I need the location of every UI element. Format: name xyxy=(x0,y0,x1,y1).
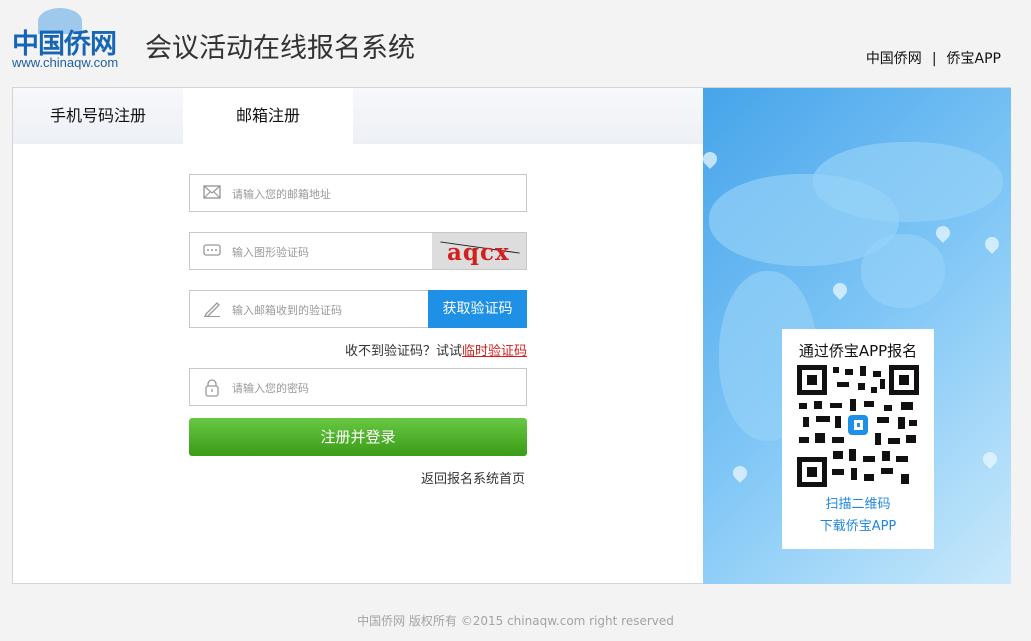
get-code-button[interactable]: 获取验证码 xyxy=(428,290,527,328)
download-app-link[interactable]: 下载侨宝APP xyxy=(782,516,934,538)
email-field-wrapper[interactable] xyxy=(189,174,527,213)
tab-phone-register[interactable]: 手机号码注册 xyxy=(13,88,183,144)
site-title: 会议活动在线报名系统 xyxy=(145,33,415,64)
qr-code[interactable] xyxy=(797,365,919,487)
chinaqw-logo[interactable]: 中国侨网 www.chinaqw.com xyxy=(12,8,144,70)
pencil-icon xyxy=(203,301,221,319)
captcha-input[interactable] xyxy=(230,233,464,271)
map-pin-icon xyxy=(933,223,953,243)
captcha-text: aqcx xyxy=(447,239,510,266)
link-chinaqw[interactable]: 中国侨网 xyxy=(866,51,922,67)
registration-panel: 手机号码注册 邮箱注册 aqcx 获取验证码 xyxy=(12,87,1011,584)
email-code-field-wrapper[interactable]: 获取验证码 xyxy=(189,290,527,329)
top-links: 中国侨网 | 侨宝APP xyxy=(866,48,1001,68)
map-pin-icon xyxy=(703,149,720,169)
password-field-wrapper[interactable] xyxy=(189,368,527,407)
map-pin-icon xyxy=(730,463,750,483)
register-and-login-button[interactable]: 注册并登录 xyxy=(189,418,527,456)
map-pin-icon xyxy=(982,234,1002,254)
world-map-landmass xyxy=(813,142,1003,222)
link-qiaobao-app[interactable]: 侨宝APP xyxy=(947,51,1001,67)
back-to-home-link[interactable]: 返回报名系统首页 xyxy=(421,468,525,487)
world-map-landmass xyxy=(861,234,945,308)
temporary-code-link[interactable]: 临时验证码 xyxy=(462,344,527,359)
tab-email-register[interactable]: 邮箱注册 xyxy=(183,88,353,144)
scan-qr-text[interactable]: 扫描二维码 xyxy=(782,494,934,516)
captcha-image[interactable]: aqcx xyxy=(432,233,526,269)
logo-url: www.chinaqw.com xyxy=(12,55,119,70)
qr-title: 通过侨宝APP报名 xyxy=(798,342,918,360)
page-footer: 中国侨网 版权所有 ©2015 chinaqw.com right reserv… xyxy=(357,614,674,628)
top-link-separator: | xyxy=(931,51,937,67)
password-input[interactable] xyxy=(230,369,464,407)
map-pin-icon xyxy=(980,449,1000,469)
envelope-icon xyxy=(203,185,221,201)
captcha-field-wrapper[interactable]: aqcx xyxy=(189,232,527,271)
code-hint: 收不到验证码？试试临时验证码 xyxy=(345,340,527,359)
page-header: 中国侨网 www.chinaqw.com 会议活动在线报名系统 中国侨网 | 侨宝A… xyxy=(0,0,1031,86)
dots-icon xyxy=(203,243,221,259)
email-input[interactable] xyxy=(230,175,464,213)
hint-text: 收不到验证码？试试 xyxy=(344,344,462,359)
qr-download-text: 扫描二维码 下载侨宝APP xyxy=(782,494,934,538)
qr-card: 通过侨宝APP报名 扫描二维码 下载侨宝APP xyxy=(782,329,934,549)
app-promo-panel: 通过侨宝APP报名 扫描二维码 下载侨宝APP xyxy=(703,88,1011,584)
map-pin-icon xyxy=(830,280,850,300)
registration-tabs: 手机号码注册 邮箱注册 xyxy=(13,88,703,144)
lock-icon xyxy=(203,379,221,397)
